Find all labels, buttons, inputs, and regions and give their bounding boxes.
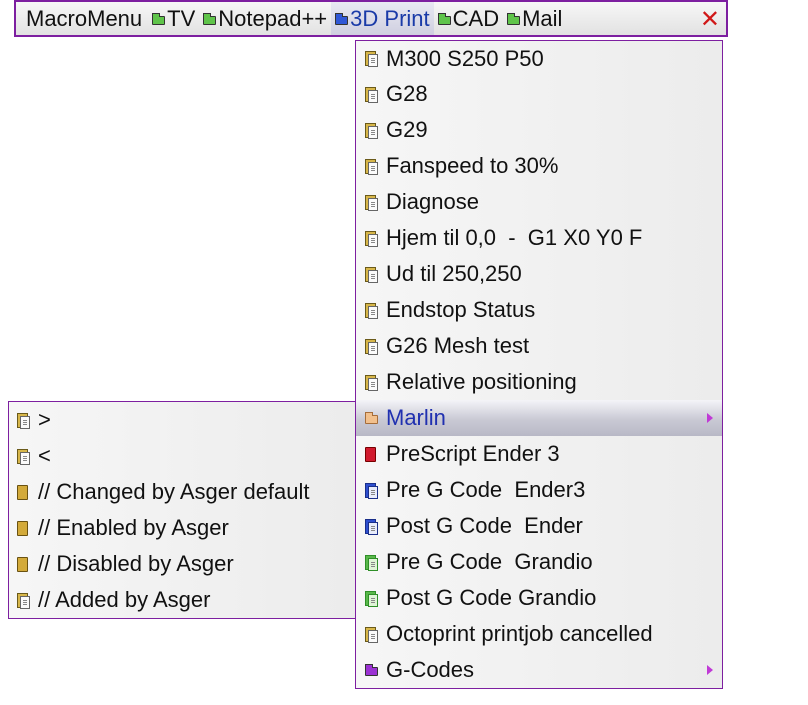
macro-doc-icon [365,374,378,391]
gold-script-icon [17,484,28,500]
gold-script-icon [17,520,28,536]
menubar-title-label: MacroMenu [26,5,143,31]
menu-item-label: Diagnose [386,189,479,214]
menu-item-pre-gcode-ender3[interactable]: Pre G Code Ender3 [356,472,722,508]
macro-doc-icon [365,86,378,103]
menubar-item-tv[interactable]: TV [148,2,199,35]
submenu-arrow-icon [707,413,713,423]
menubar-item-notepad[interactable]: Notepad++ [199,2,331,35]
submenu-item-greater[interactable]: > [9,402,355,438]
menu-item-label: > [38,407,51,432]
menu-item-label: Relative positioning [386,369,577,394]
macro-doc-icon [17,592,30,609]
menu-item-label: Pre G Code Ender3 [386,477,586,502]
menu-item-octoprint-cancelled[interactable]: Octoprint printjob cancelled [356,616,722,652]
folder-icon [203,12,217,25]
blue-doc-icon [365,482,378,499]
menu-item-label: // Added by Asger [38,587,211,612]
macro-doc-icon [17,412,30,429]
submenu-item-less[interactable]: < [9,438,355,474]
macro-doc-icon [365,194,378,211]
menu-item-label: PreScript Ender 3 [386,441,560,466]
menu-item-label: Hjem til 0,0 - G1 X0 Y0 F [386,225,643,250]
green-doc-icon [365,590,378,607]
macro-doc-icon [365,51,378,67]
menu-item-label: // Changed by Asger default [38,479,310,504]
blue-doc-icon [365,518,378,535]
menu-item-post-gcode-ender[interactable]: Post G Code Ender [356,508,722,544]
menu-item-hjem[interactable]: Hjem til 0,0 - G1 X0 Y0 F [356,220,722,256]
submenu-item-changed-by-asger[interactable]: // Changed by Asger default [9,474,355,510]
macro-doc-icon [365,122,378,139]
menu-item-label: G29 [386,117,428,142]
macro-doc-icon [365,230,378,247]
menu-item-label: Post G Code Grandio [386,585,597,610]
menu-item-label: Fanspeed to 30% [386,153,559,178]
menu-item-relative-positioning[interactable]: Relative positioning [356,364,722,400]
green-doc-icon [365,554,378,571]
menu-item-label: G26 Mesh test [386,333,530,358]
menu-item-ud-til[interactable]: Ud til 250,250 [356,256,722,292]
submenu-item-added-by-asger[interactable]: // Added by Asger [9,582,355,618]
menu-item-g29[interactable]: G29 [356,112,722,148]
macro-doc-icon [365,302,378,319]
menu-item-label: < [38,443,51,468]
menu-item-label: Octoprint printjob cancelled [386,621,653,646]
menubar-item-label: CAD [452,5,500,31]
menu-item-pre-gcode-grandio[interactable]: Pre G Code Grandio [356,544,722,580]
menubar-title[interactable]: MacroMenu [16,2,148,35]
menu-item-label: // Disabled by Asger [38,551,234,576]
submenu-arrow-icon [707,665,713,675]
menu-item-endstop-status[interactable]: Endstop Status [356,292,722,328]
macro-doc-icon [365,266,378,283]
menu-item-diagnose[interactable]: Diagnose [356,184,722,220]
menu-item-label: G28 [386,81,428,106]
menu-item-g-codes[interactable]: G-Codes [356,652,722,688]
menu-item-label: M300 S250 P50 [386,45,544,71]
submenu-item-enabled-by-asger[interactable]: // Enabled by Asger [9,510,355,546]
macro-doc-icon [365,338,378,355]
menu-item-label: G-Codes [386,657,475,682]
menubar-item-label: Notepad++ [218,5,328,31]
menubar-item-3d-print[interactable]: 3D Print [331,2,434,35]
gold-script-icon [17,556,28,572]
submenu-item-disabled-by-asger[interactable]: // Disabled by Asger [9,546,355,582]
menubar-item-cad[interactable]: CAD [434,2,503,35]
menu-item-label: Pre G Code Grandio [386,549,593,574]
menubar-item-mail[interactable]: Mail [503,2,566,35]
menu-item-label: Endstop Status [386,297,536,322]
menu-item-g28[interactable]: G28 [356,76,722,112]
menu-item-label: Marlin [386,405,446,430]
menu-item-prescript-ender3[interactable]: PreScript Ender 3 [356,436,722,472]
red-script-icon [365,446,376,462]
folder-icon [437,12,451,25]
menu-item-post-gcode-grandio[interactable]: Post G Code Grandio [356,580,722,616]
menu-item-label: // Enabled by Asger [38,515,229,540]
menu-item-g26-mesh-test[interactable]: G26 Mesh test [356,328,722,364]
folder-icon [365,664,378,676]
macro-doc-icon [17,448,30,465]
menu-item-m300[interactable]: M300 S250 P50 [356,41,722,76]
macro-doc-icon [365,158,378,175]
folder-icon [335,12,349,25]
menu-3d-print: M300 S250 P50 G28 G29 Fanspeed to 30% Di… [355,40,723,689]
folder-icon [152,12,166,25]
menu-marlin: > < // Changed by Asger default // Enabl… [8,401,356,619]
close-icon[interactable]: ✕ [700,7,720,31]
menu-item-label: Ud til 250,250 [386,261,522,286]
folder-icon [507,12,521,25]
menu-item-marlin[interactable]: Marlin [356,400,722,436]
menu-item-fanspeed[interactable]: Fanspeed to 30% [356,148,722,184]
macro-doc-icon [365,626,378,643]
menubar-item-label: Mail [522,5,563,31]
menubar-item-label: 3D Print [350,5,430,31]
macro-menubar: MacroMenu TV Notepad++ 3D Print CAD Mail… [14,0,728,37]
menu-item-label: Post G Code Ender [386,513,583,538]
folder-icon [365,412,378,424]
menubar-item-label: TV [167,5,196,31]
